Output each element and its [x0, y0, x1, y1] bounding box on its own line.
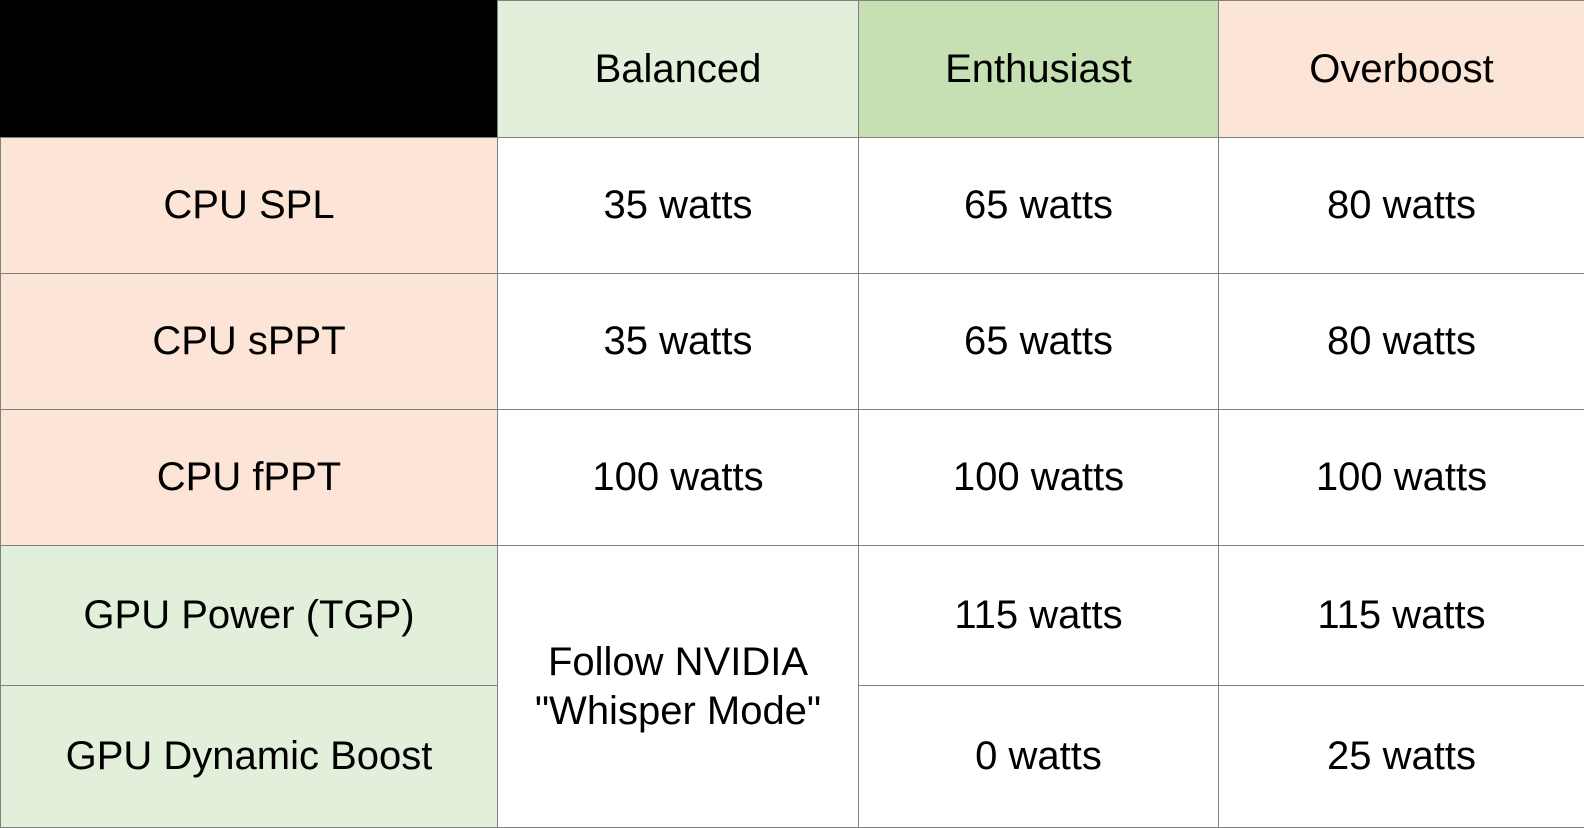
table-row: CPU sPPT 35 watts 65 watts 80 watts — [1, 274, 1584, 410]
row-label-cpu-spl: CPU SPL — [1, 138, 498, 274]
cell-cpu-spl-overboost: 80 watts — [1219, 138, 1584, 274]
column-header-balanced: Balanced — [498, 1, 859, 138]
cell-gpu-power-tgp-enthusiast: 115 watts — [859, 546, 1219, 686]
cell-cpu-fppt-overboost: 100 watts — [1219, 410, 1584, 546]
cell-cpu-spl-balanced: 35 watts — [498, 138, 859, 274]
table-row: GPU Power (TGP) Follow NVIDIA "Whisper M… — [1, 546, 1584, 686]
cell-gpu-dynamic-boost-enthusiast: 0 watts — [859, 686, 1219, 828]
row-label-gpu-power-tgp: GPU Power (TGP) — [1, 546, 498, 686]
table-row: CPU fPPT 100 watts 100 watts 100 watts — [1, 410, 1584, 546]
cell-gpu-dynamic-boost-overboost: 25 watts — [1219, 686, 1584, 828]
header-corner-cell — [1, 1, 498, 138]
cell-cpu-spl-enthusiast: 65 watts — [859, 138, 1219, 274]
row-label-cpu-sppt: CPU sPPT — [1, 274, 498, 410]
table-row: CPU SPL 35 watts 65 watts 80 watts — [1, 138, 1584, 274]
cell-cpu-sppt-enthusiast: 65 watts — [859, 274, 1219, 410]
cell-cpu-fppt-balanced: 100 watts — [498, 410, 859, 546]
row-label-gpu-dynamic-boost: GPU Dynamic Boost — [1, 686, 498, 828]
cell-balanced-whisper-mode-note: Follow NVIDIA "Whisper Mode" — [498, 546, 859, 828]
cell-gpu-power-tgp-overboost: 115 watts — [1219, 546, 1584, 686]
power-profile-table: Balanced Enthusiast Overboost CPU SPL 35… — [0, 0, 1584, 828]
row-label-cpu-fppt: CPU fPPT — [1, 410, 498, 546]
column-header-enthusiast: Enthusiast — [859, 1, 1219, 138]
cell-cpu-sppt-balanced: 35 watts — [498, 274, 859, 410]
cell-cpu-fppt-enthusiast: 100 watts — [859, 410, 1219, 546]
column-header-overboost: Overboost — [1219, 1, 1584, 138]
table-header-row: Balanced Enthusiast Overboost — [1, 1, 1584, 138]
cell-cpu-sppt-overboost: 80 watts — [1219, 274, 1584, 410]
